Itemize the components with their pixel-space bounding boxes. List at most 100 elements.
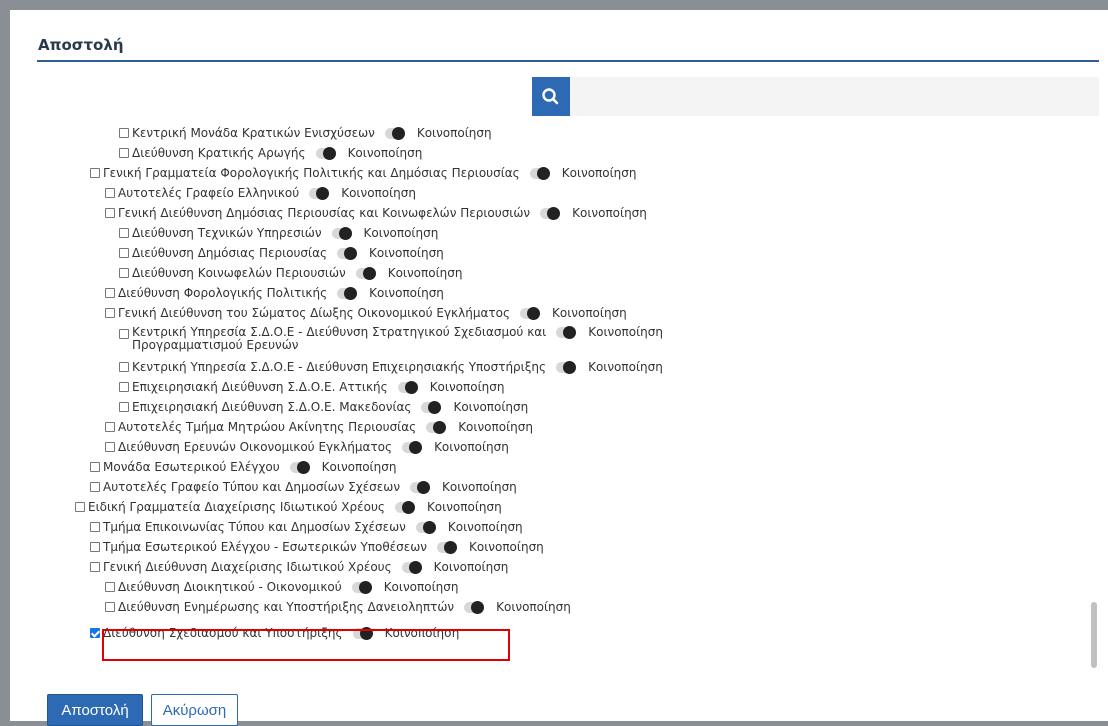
tree-item[interactable]: Επιχειρησιακή Διεύθυνση Σ.Δ.Ο.Ε. Αττικής… <box>119 380 504 394</box>
tree-item-checkbox[interactable] <box>105 442 115 452</box>
scrollbar-thumb[interactable] <box>1091 602 1097 668</box>
notify-toggle[interactable] <box>421 400 442 414</box>
tree-item[interactable]: Κεντρική Μονάδα Κρατικών Ενισχύσεων Κοινο… <box>119 126 492 140</box>
notify-toggle[interactable] <box>520 306 540 320</box>
tree-item[interactable]: Γενική Διεύθυνση του Σώματος Δίωξης Οικο… <box>105 306 627 320</box>
tree-item[interactable]: Γενική Γραμματεία Φορολογικής Πολιτικής … <box>90 166 637 180</box>
tree-item[interactable]: Κεντρική Υπηρεσία Σ.Δ.Ο.Ε - Διεύθυνση Στ… <box>119 326 663 352</box>
search-input[interactable] <box>37 77 532 116</box>
notify-label: Κοινοποίηση <box>572 206 647 220</box>
notify-toggle[interactable] <box>426 420 447 434</box>
tree-item[interactable]: Κεντρική Υπηρεσία Σ.Δ.Ο.Ε - Διεύθυνση Επ… <box>119 360 663 374</box>
tree-item-checkbox[interactable] <box>105 602 115 612</box>
tree-item-checkbox[interactable] <box>119 329 129 339</box>
tree-item-label: Γενική Γραμματεία Φορολογικής Πολιτικής … <box>103 166 520 180</box>
tree-item-label-line: Προγραμματισμού Ερευνών <box>132 338 299 352</box>
tree-item-checkbox[interactable] <box>119 402 129 412</box>
tree-item-checkbox[interactable] <box>105 288 115 298</box>
tree-item-checkbox[interactable] <box>90 542 100 552</box>
search-button[interactable] <box>532 77 570 116</box>
recipient-tree[interactable]: Κεντρική Μονάδα Κρατικών Ενισχύσεων Κοινο… <box>37 116 1099 679</box>
notify-toggle[interactable] <box>402 440 423 454</box>
tree-item[interactable]: Αυτοτελές Τμήμα Μητρώου Ακίνητης Περιουσ… <box>105 420 533 434</box>
notify-toggle[interactable] <box>540 206 561 220</box>
notify-toggle[interactable] <box>410 480 431 494</box>
tree-item[interactable]: Διεύθυνση Κρατικής Αρωγής Κοινοποίηση <box>119 146 422 160</box>
tree-item-label: Τμήμα Εσωτερικού Ελέγχου - Εσωτερικών Υπ… <box>103 540 428 554</box>
tree-item[interactable]: Μονάδα Εσωτερικού Ελέγχου Κοινοποίηση <box>90 460 396 474</box>
notify-toggle[interactable] <box>351 580 372 594</box>
tree-item[interactable]: Διεύθυνση Σχεδιασμού και Υποστήριξης Κοιν… <box>90 626 459 640</box>
tree-item-label: Κεντρική Μονάδα Κρατικών Ενισχύσεων <box>132 126 375 140</box>
tree-item-checkbox[interactable] <box>119 148 129 158</box>
tree-item-checkbox[interactable] <box>90 522 100 532</box>
tree-item[interactable]: Τμήμα Εσωτερικού Ελέγχου - Εσωτερικών Υπ… <box>90 540 544 554</box>
tree-item[interactable]: Γενική Διεύθυνση Διαχείρισης Ιδιωτικού Χ… <box>90 560 508 574</box>
notify-label: Κοινοποίηση <box>434 440 509 454</box>
tree-item-checkbox[interactable] <box>90 482 100 492</box>
notify-toggle[interactable] <box>394 500 415 514</box>
tree-item-checkbox[interactable] <box>119 128 129 138</box>
notify-toggle[interactable] <box>331 226 352 240</box>
notify-toggle[interactable] <box>352 626 373 640</box>
tree-item-checkbox[interactable] <box>119 248 129 258</box>
tree-item-checkbox[interactable] <box>105 422 115 432</box>
tree-item-label: Τμήμα Επικοινωνίας Τύπου και Δημοσίων Σχ… <box>103 520 406 534</box>
tree-item[interactable]: Διεύθυνση Τεχνικών Υπηρεσιών Κοινοποίηση <box>119 226 438 240</box>
tree-item-label: Διεύθυνση Κρατικής Αρωγής <box>132 146 306 160</box>
cancel-button[interactable]: Ακύρωση <box>151 694 238 726</box>
notify-toggle[interactable] <box>289 460 310 474</box>
tree-item-label: Διεύθυνση Δημόσιας Περιουσίας <box>132 246 328 260</box>
tree-item-checkbox[interactable] <box>90 628 100 638</box>
tree-item[interactable]: Διεύθυνση Διοικητικού - Οικονομικού Κοινο… <box>105 580 458 594</box>
tree-item[interactable]: Διεύθυνση Ερευνών Οικονομικού Εγκλήματος… <box>105 440 509 454</box>
recipient-panel: Κεντρική Μονάδα Κρατικών Ενισχύσεων Κοινο… <box>37 77 1099 679</box>
notify-toggle[interactable] <box>337 246 358 260</box>
tree-item[interactable]: Διεύθυνση Φορολογικής Πολιτικής Κοινοποίη… <box>105 286 444 300</box>
tree-item-checkbox[interactable] <box>75 502 85 512</box>
tree-item-checkbox[interactable] <box>90 462 100 472</box>
tree-item-label: Διεύθυνση Διοικητικού - Οικονομικού <box>118 580 342 594</box>
tree-item-checkbox[interactable] <box>105 188 115 198</box>
notify-toggle[interactable] <box>355 266 376 280</box>
notify-toggle[interactable] <box>437 540 458 554</box>
tree-item[interactable]: Διεύθυνση Ενημέρωσης και Υποστήριξης Δαν… <box>105 600 571 614</box>
notify-label: Κοινοποίηση <box>369 286 444 300</box>
tree-item-checkbox[interactable] <box>119 382 129 392</box>
tree-item[interactable]: Ειδική Γραμματεία Διαχείρισης Ιδιωτικού … <box>75 500 502 514</box>
notify-toggle[interactable] <box>464 600 485 614</box>
notify-toggle[interactable] <box>556 326 577 339</box>
notify-toggle[interactable] <box>401 560 422 574</box>
notify-toggle[interactable] <box>529 166 550 180</box>
send-button[interactable]: Αποστολή <box>47 694 143 726</box>
notify-label: Κοινοποίηση <box>341 186 416 200</box>
tree-item[interactable]: Διεύθυνση Δημόσιας Περιουσίας Κοινοποίηση <box>119 246 444 260</box>
tree-item-checkbox[interactable] <box>105 308 115 318</box>
tree-item-label: Κεντρική Υπηρεσία Σ.Δ.Ο.Ε - Διεύθυνση Στ… <box>132 326 546 352</box>
tree-item-label: Διεύθυνση Κοινωφελών Περιουσιών <box>132 266 346 280</box>
tree-item-checkbox[interactable] <box>119 362 129 372</box>
notify-toggle[interactable] <box>397 380 418 394</box>
title-divider <box>37 60 1099 62</box>
notify-toggle[interactable] <box>337 286 358 300</box>
notify-toggle[interactable] <box>384 126 405 140</box>
notify-toggle[interactable] <box>315 146 336 160</box>
notify-label: Κοινοποίηση <box>347 146 423 160</box>
tree-item[interactable]: Επιχειρησιακή Διεύθυνση Σ.Δ.Ο.Ε. Μακεδον… <box>119 400 528 414</box>
notify-toggle[interactable] <box>556 360 577 374</box>
tree-item[interactable]: Αυτοτελές Γραφείο Ελληνικού Κοινοποίηση <box>105 186 416 200</box>
tree-item-checkbox[interactable] <box>90 168 100 178</box>
tree-item-checkbox[interactable] <box>119 268 129 278</box>
tree-item-checkbox[interactable] <box>105 582 115 592</box>
tree-item-checkbox[interactable] <box>119 228 129 238</box>
tree-item[interactable]: Τμήμα Επικοινωνίας Τύπου και Δημοσίων Σχ… <box>90 520 523 534</box>
send-dialog: Αποστολή Κεντρική Μονάδα Κρατικών Ενισχύ… <box>10 10 1108 726</box>
notify-label: Κοινοποίηση <box>433 560 509 574</box>
tree-item-checkbox[interactable] <box>105 208 115 218</box>
tree-item-checkbox[interactable] <box>90 562 100 572</box>
tree-item[interactable]: Αυτοτελές Γραφείο Τύπου και Δημοσίων Σχέ… <box>90 480 517 494</box>
tree-item[interactable]: Διεύθυνση Κοινωφελών Περιουσιών Κοινοποίη… <box>119 266 462 280</box>
tree-item[interactable]: Γενική Διεύθυνση Δημόσιας Περιουσίας και… <box>105 206 647 220</box>
notify-toggle[interactable] <box>309 186 330 200</box>
notify-toggle[interactable] <box>415 520 436 534</box>
